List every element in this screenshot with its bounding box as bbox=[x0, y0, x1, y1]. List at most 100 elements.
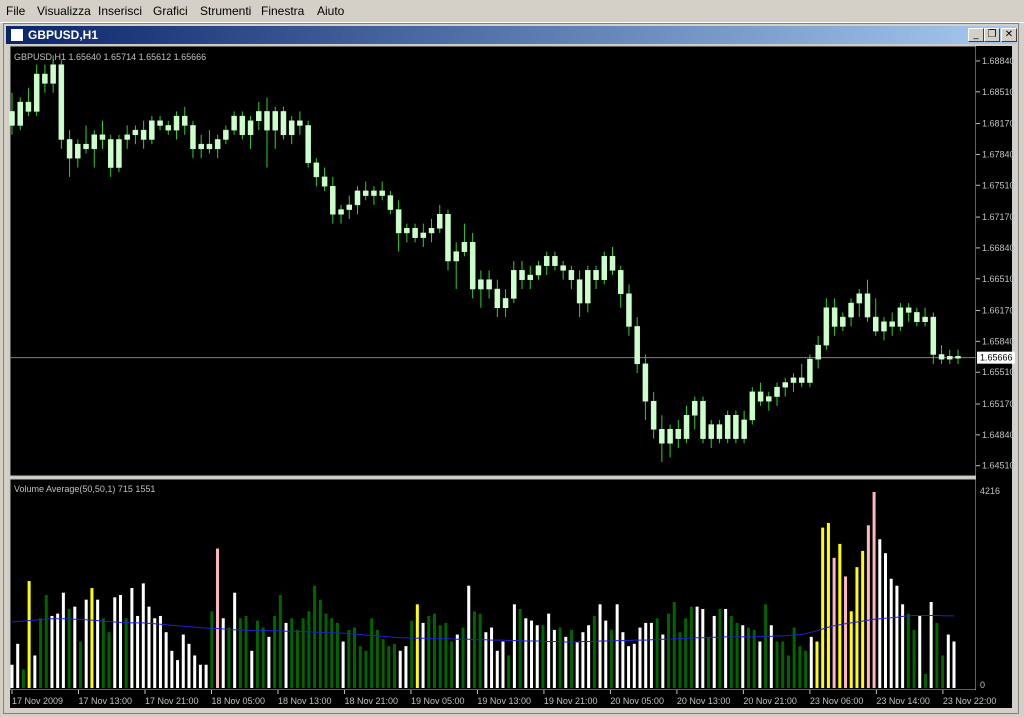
candle-body bbox=[757, 391, 764, 402]
volume-bar bbox=[689, 606, 693, 688]
volume-bar bbox=[798, 646, 802, 688]
candle-body bbox=[206, 143, 213, 150]
candle-body bbox=[346, 204, 353, 210]
volume-bar bbox=[432, 613, 436, 688]
volume-bar bbox=[695, 606, 699, 688]
volume-bar bbox=[415, 604, 419, 688]
candle-body bbox=[798, 377, 805, 383]
volume-bar bbox=[79, 641, 83, 688]
volume-bar bbox=[284, 622, 288, 688]
candle-body bbox=[404, 228, 410, 234]
volume-bar bbox=[147, 606, 151, 688]
volume-bar bbox=[358, 646, 362, 688]
candle-body bbox=[453, 251, 459, 262]
volume-bar bbox=[569, 629, 573, 688]
volume-bar bbox=[815, 641, 819, 688]
candle-body bbox=[774, 386, 780, 397]
volume-bar bbox=[684, 618, 688, 688]
candle-body bbox=[280, 111, 287, 136]
volume-bar bbox=[632, 643, 636, 688]
volume-bar bbox=[729, 615, 733, 688]
volume-bar bbox=[307, 611, 311, 688]
volume-bar bbox=[564, 636, 568, 688]
candle-body bbox=[864, 293, 871, 318]
volume-bar bbox=[472, 611, 476, 688]
volume-bar bbox=[118, 595, 122, 688]
volume-bar bbox=[661, 634, 665, 688]
candle-body bbox=[568, 270, 575, 280]
candle-body bbox=[543, 256, 550, 266]
volume-bar bbox=[238, 618, 242, 688]
candle-body bbox=[494, 288, 501, 308]
candle-body bbox=[107, 139, 114, 168]
volume-bar bbox=[587, 625, 591, 688]
volume-bar bbox=[518, 608, 522, 688]
volume-bar bbox=[547, 613, 551, 688]
candle-body bbox=[437, 214, 443, 229]
volume-bar bbox=[313, 585, 317, 688]
chart-canvas[interactable]: 1.68840 1.68510 1.68170 1.67840 1.67510 1.671… bbox=[0, 0, 1024, 717]
volume-bar bbox=[318, 599, 322, 688]
candle-body bbox=[362, 190, 369, 196]
volume-bar bbox=[627, 646, 631, 688]
candle-body bbox=[486, 279, 492, 290]
volume-bar bbox=[598, 604, 602, 688]
candle-body bbox=[675, 429, 682, 439]
volume-bar bbox=[501, 641, 505, 688]
volume-bar bbox=[638, 627, 642, 688]
volume-bar bbox=[592, 615, 596, 688]
candle-body bbox=[379, 190, 385, 196]
volume-bar bbox=[764, 604, 768, 688]
candle-body bbox=[91, 134, 98, 150]
volume-bar bbox=[712, 615, 716, 688]
candle-body bbox=[905, 307, 912, 313]
volume-bar bbox=[524, 618, 528, 688]
candle-body bbox=[881, 321, 887, 332]
volume-bar bbox=[96, 599, 100, 688]
volume-bar bbox=[33, 655, 37, 688]
volume-bar bbox=[330, 618, 334, 688]
candle-body bbox=[593, 270, 599, 280]
candle-body bbox=[66, 139, 73, 159]
volume-bar bbox=[895, 585, 899, 688]
candle-body bbox=[288, 120, 295, 136]
volume-bar bbox=[769, 625, 773, 688]
volume-bar bbox=[84, 599, 88, 688]
candle-body bbox=[807, 358, 813, 383]
volume-max-label: 4216 bbox=[980, 486, 1000, 496]
time-tick-label: 23 Nov 22:00 bbox=[943, 696, 997, 706]
volume-bar bbox=[278, 595, 282, 688]
price-tick-label: 1.65510 bbox=[982, 367, 1015, 377]
price-tick-label: 1.66510 bbox=[982, 274, 1015, 284]
time-tick-label: 19 Nov 21:00 bbox=[544, 696, 598, 706]
candle-body bbox=[823, 307, 830, 346]
candle-body bbox=[897, 307, 904, 327]
volume-bar bbox=[775, 641, 779, 688]
volume-bar bbox=[27, 581, 31, 688]
candle-body bbox=[716, 424, 723, 439]
candle-body bbox=[33, 73, 40, 112]
candle-body bbox=[560, 265, 566, 271]
volume-bar bbox=[347, 629, 351, 688]
volume-title: Volume Average(50,50,1) 715 1551 bbox=[14, 484, 155, 494]
volume-bar bbox=[427, 615, 431, 688]
candle-body bbox=[83, 143, 89, 150]
candle-body bbox=[387, 195, 394, 210]
volume-bar bbox=[912, 629, 916, 688]
volume-bar bbox=[649, 622, 653, 688]
candle-body bbox=[99, 134, 106, 140]
volume-bar bbox=[923, 674, 927, 688]
candle-body bbox=[338, 209, 344, 215]
candle-body bbox=[552, 256, 558, 266]
volume-bar bbox=[455, 634, 459, 688]
time-tick-label: 19 Nov 05:00 bbox=[411, 696, 465, 706]
candle-body bbox=[9, 111, 15, 126]
candle-body bbox=[313, 162, 320, 178]
candle-body bbox=[535, 265, 542, 276]
volume-zero-label: 0 bbox=[980, 680, 985, 690]
price-tick-label: 1.65170 bbox=[982, 399, 1015, 409]
volume-bar bbox=[353, 627, 357, 688]
volume-bar bbox=[136, 615, 140, 688]
candle-body bbox=[157, 120, 163, 126]
volume-bar bbox=[541, 625, 545, 688]
